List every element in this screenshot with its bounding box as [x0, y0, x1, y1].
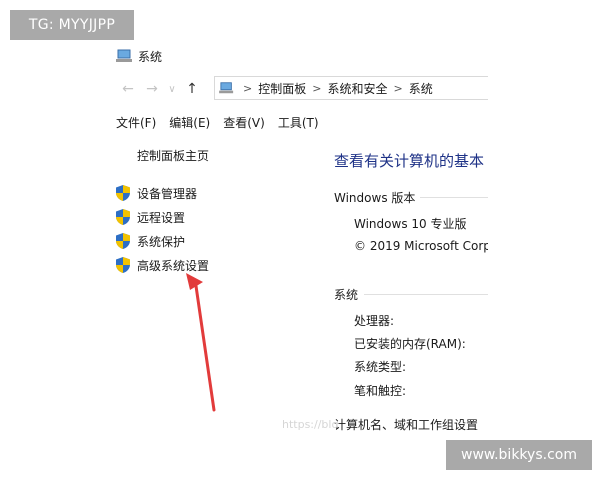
uac-shield-icon — [116, 257, 130, 273]
sidebar-item-advanced-system-settings[interactable]: 高级系统设置 — [114, 253, 209, 277]
computer-icon — [219, 82, 234, 94]
breadcrumb-separator: > — [243, 81, 253, 95]
sidebar-item-system-protection[interactable]: 系统保护 — [114, 229, 209, 253]
main-content: 查看有关计算机的基本 Windows 版本 Windows 10 专业版 © 2… — [334, 40, 488, 440]
forward-button[interactable]: → — [140, 81, 164, 97]
menu-edit[interactable]: 编辑(E) — [169, 114, 210, 131]
computer-icon — [116, 49, 132, 62]
recent-dropdown-button[interactable]: ∨ — [164, 84, 180, 95]
sidebar-item-label: 高级系统设置 — [137, 258, 210, 273]
sidebar-item-label: 设备管理器 — [137, 186, 198, 201]
breadcrumb-control-panel[interactable]: 控制面板 — [258, 80, 306, 97]
divider — [364, 294, 488, 295]
menu-bar: 文件(F) 编辑(E) 查看(V) 工具(T) — [116, 112, 319, 132]
uac-shield-icon — [116, 233, 130, 249]
up-button[interactable]: ↑ — [180, 81, 204, 97]
menu-view[interactable]: 查看(V) — [223, 114, 265, 131]
watermark-badge: www.bikkys.com — [446, 440, 592, 470]
page-title: 查看有关计算机的基本 — [334, 152, 485, 170]
overlay-tag: TG: MYYJJPP — [10, 10, 134, 40]
sidebar-item-label: 远程设置 — [137, 210, 186, 225]
back-button[interactable]: ← — [116, 81, 140, 97]
system-window: 系统 ← → ∨ ↑ > 控制面板 > 系统和安全 > 系统 文件(F) 编辑(… — [108, 40, 488, 440]
uac-shield-icon — [116, 185, 130, 201]
processor-label: 处理器: — [354, 314, 395, 328]
system-type-label: 系统类型: — [354, 360, 407, 374]
sidebar-item-device-manager[interactable]: 设备管理器 — [114, 181, 209, 205]
sidebar-item-remote-settings[interactable]: 远程设置 — [114, 205, 209, 229]
pen-touch-label: 笔和触控: — [354, 384, 407, 398]
menu-file[interactable]: 文件(F) — [116, 114, 156, 131]
system-section-label: 系统 — [334, 288, 359, 302]
installed-ram-label: 已安装的内存(RAM): — [354, 337, 466, 351]
menu-tools[interactable]: 工具(T) — [278, 114, 319, 131]
faint-watermark: https://blo — [282, 418, 339, 431]
nav-buttons: ← → ∨ ↑ — [116, 78, 204, 100]
title-bar: 系统 — [116, 46, 162, 66]
windows-edition-value: Windows 10 专业版 — [354, 217, 467, 231]
sidebar-links: 设备管理器 远程设置 系统保护 高级系统设置 — [114, 181, 209, 277]
divider — [420, 197, 488, 198]
computer-name-section-label: 计算机名、域和工作组设置 — [334, 418, 479, 432]
window-title: 系统 — [138, 49, 163, 64]
windows-edition-label: Windows 版本 — [334, 191, 416, 205]
control-panel-home-link[interactable]: 控制面板主页 — [137, 147, 209, 164]
sidebar-item-label: 系统保护 — [137, 234, 186, 249]
uac-shield-icon — [116, 209, 130, 225]
copyright-text: © 2019 Microsoft Corp — [354, 239, 488, 253]
breadcrumb-separator: > — [312, 81, 322, 95]
